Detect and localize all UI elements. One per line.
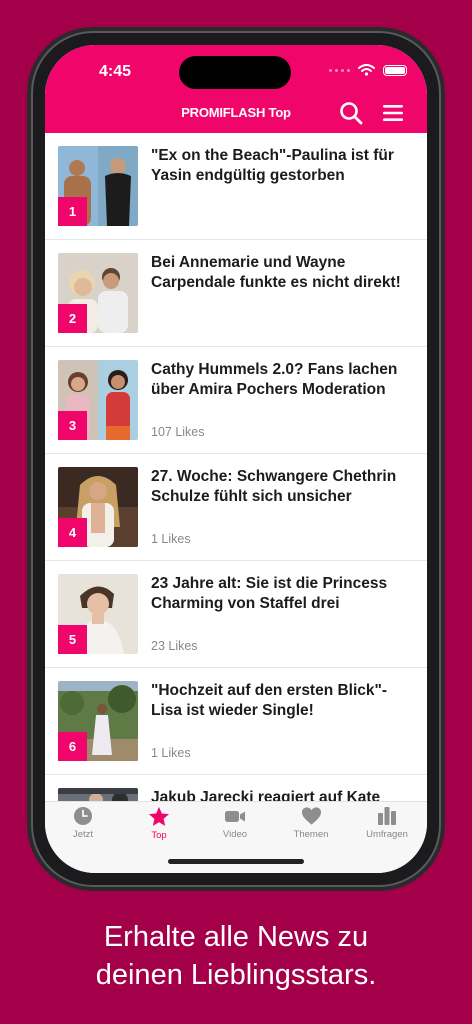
mute-switch [27, 183, 31, 211]
article-item[interactable]: 4 27. Woche: Schwangere Chethrin Schulze… [45, 454, 427, 561]
rank-badge: 3 [58, 411, 87, 440]
article-title: 27. Woche: Schwangere Chethrin Schulze f… [151, 468, 397, 505]
tab-label: Video [222, 829, 248, 840]
article-title: "Hochzeit auf den ersten Blick"-Lisa ist… [151, 682, 388, 719]
top-articles-list: 1 "Ex on the Beach"-Paulina ist für Yasi… [45, 133, 427, 801]
caption-line-1: Erhalte alle News zu [103, 921, 369, 953]
article-item[interactable]: Jakub Jarecki reagiert auf Kate [45, 775, 427, 801]
home-indicator[interactable] [168, 859, 304, 864]
article-title: Bei Annemarie und Wayne Carpendale funkt… [151, 254, 401, 291]
app-header: 4:45 PROMIFLASH Top [45, 45, 427, 133]
article-likes: 1 Likes [151, 532, 191, 546]
tab-top[interactable]: Top [121, 806, 197, 841]
article-likes: 1 Likes [151, 746, 191, 760]
rank-badge: 1 [58, 197, 87, 226]
tab-video[interactable]: Video [197, 806, 273, 840]
hamburger-menu-icon[interactable] [382, 103, 404, 123]
article-title: Jakub Jarecki reagiert auf Kate [151, 789, 381, 801]
article-item[interactable]: 2 Bei Annemarie und Wayne Carpendale fun… [45, 240, 427, 347]
star-icon [148, 806, 170, 826]
search-icon[interactable] [339, 101, 363, 125]
bar-chart-icon [378, 807, 396, 825]
volume-down-button [27, 310, 31, 366]
rank-badge: 6 [58, 732, 87, 761]
tab-jetzt[interactable]: Jetzt [45, 806, 121, 840]
rank-badge: 2 [58, 304, 87, 333]
tab-label: Top [151, 830, 167, 841]
tab-label: Jetzt [72, 829, 94, 840]
article-likes: 23 Likes [151, 639, 198, 653]
article-likes: 107 Likes [151, 425, 205, 439]
wifi-icon [358, 64, 375, 76]
article-thumbnail [58, 788, 138, 801]
video-camera-icon [225, 811, 245, 822]
article-item[interactable]: 6 "Hochzeit auf den ersten Blick"-Lisa i… [45, 668, 427, 775]
tab-themen[interactable]: Themen [273, 806, 349, 840]
rank-badge: 5 [58, 625, 87, 654]
article-title: Cathy Hummels 2.0? Fans lachen über Amir… [151, 361, 398, 398]
app-screen: 4:45 PROMIFLASH Top 1 "Ex on the Beach"-… [45, 45, 427, 873]
tab-label: Umfragen [366, 829, 408, 840]
caption-line-2: deinen Lieblingsstars. [95, 959, 377, 991]
tab-umfragen[interactable]: Umfragen [349, 806, 425, 840]
rank-badge: 4 [58, 518, 87, 547]
article-item[interactable]: 1 "Ex on the Beach"-Paulina ist für Yasi… [45, 133, 427, 240]
status-indicators [329, 64, 407, 76]
article-title: "Ex on the Beach"-Paulina ist für Yasin … [151, 147, 394, 184]
article-item[interactable]: 3 Cathy Hummels 2.0? Fans lachen über Am… [45, 347, 427, 454]
article-title: 23 Jahre alt: Sie ist die Princess Charm… [151, 575, 388, 612]
page-title: PROMIFLASH Top [181, 105, 291, 120]
tab-label: Themen [293, 829, 329, 840]
heart-icon [301, 807, 321, 825]
status-time: 4:45 [99, 63, 132, 80]
power-button [441, 280, 445, 368]
battery-icon [383, 64, 407, 76]
dynamic-island [179, 56, 291, 89]
signal-icon [329, 68, 350, 72]
volume-up-button [27, 238, 31, 294]
promo-caption: Erhalte alle News zu deinen Lieblingssta… [0, 918, 472, 994]
clock-icon [74, 807, 92, 825]
article-item[interactable]: 5 23 Jahre alt: Sie ist die Princess Cha… [45, 561, 427, 668]
